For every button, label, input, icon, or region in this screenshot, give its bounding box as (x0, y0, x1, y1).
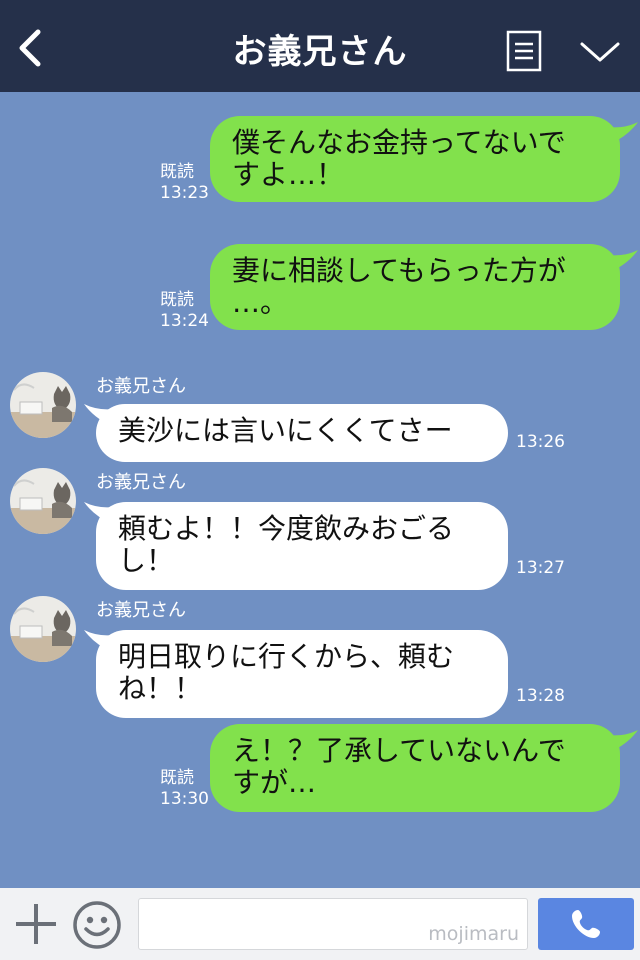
message-time: 13:24 (160, 311, 209, 331)
sender-name: お義兄さん (96, 600, 186, 621)
message-list[interactable]: 既読 13:23 僕そんなお金持ってないで すよ…！ 既読 13:24 妻に相談… (0, 92, 640, 888)
cat-photo-icon (10, 596, 76, 662)
read-label: 既読 (160, 768, 194, 788)
sent-message-bubble[interactable]: 僕そんなお金持ってないで すよ…！ (210, 116, 620, 202)
call-button[interactable] (538, 898, 634, 950)
received-message-bubble[interactable]: 明日取りに行くから、頼む ね！！ (96, 630, 508, 718)
message-time: 13:27 (516, 558, 565, 578)
message-time: 13:23 (160, 183, 209, 203)
received-message-bubble[interactable]: 美沙には言いにくくてさー (96, 404, 508, 462)
avatar[interactable] (10, 596, 76, 662)
read-status: 既読 13:24 (160, 290, 209, 332)
watermark-text: mojimaru (428, 923, 519, 945)
menu-icon[interactable] (506, 30, 542, 72)
sent-message-bubble[interactable]: え！？了承していないんで すが… (210, 724, 620, 812)
cat-photo-icon (10, 468, 76, 534)
plus-icon[interactable] (14, 902, 58, 946)
phone-icon (572, 910, 600, 938)
read-status: 既読 13:23 (160, 162, 209, 204)
message-composer: mojimaru (0, 888, 640, 960)
message-time: 13:30 (160, 789, 209, 809)
avatar[interactable] (10, 372, 76, 438)
message-time: 13:26 (516, 432, 565, 452)
chat-title: お義兄さん (232, 32, 408, 72)
sender-name: お義兄さん (96, 376, 186, 397)
chat-header: お義兄さん (0, 0, 640, 92)
cat-photo-icon (10, 372, 76, 438)
read-label: 既読 (160, 162, 194, 182)
read-label: 既読 (160, 290, 194, 310)
received-message-bubble[interactable]: 頼むよ！！今度飲みおごる し！ (96, 502, 508, 590)
message-time: 13:28 (516, 686, 565, 706)
sender-name: お義兄さん (96, 472, 186, 493)
read-status: 既読 13:30 (160, 768, 209, 810)
sent-message-bubble[interactable]: 妻に相談してもらった方が …。 (210, 244, 620, 330)
chevron-down-icon[interactable] (578, 36, 622, 66)
message-input[interactable]: mojimaru (138, 898, 528, 950)
smiley-icon[interactable] (72, 900, 122, 950)
avatar[interactable] (10, 468, 76, 534)
